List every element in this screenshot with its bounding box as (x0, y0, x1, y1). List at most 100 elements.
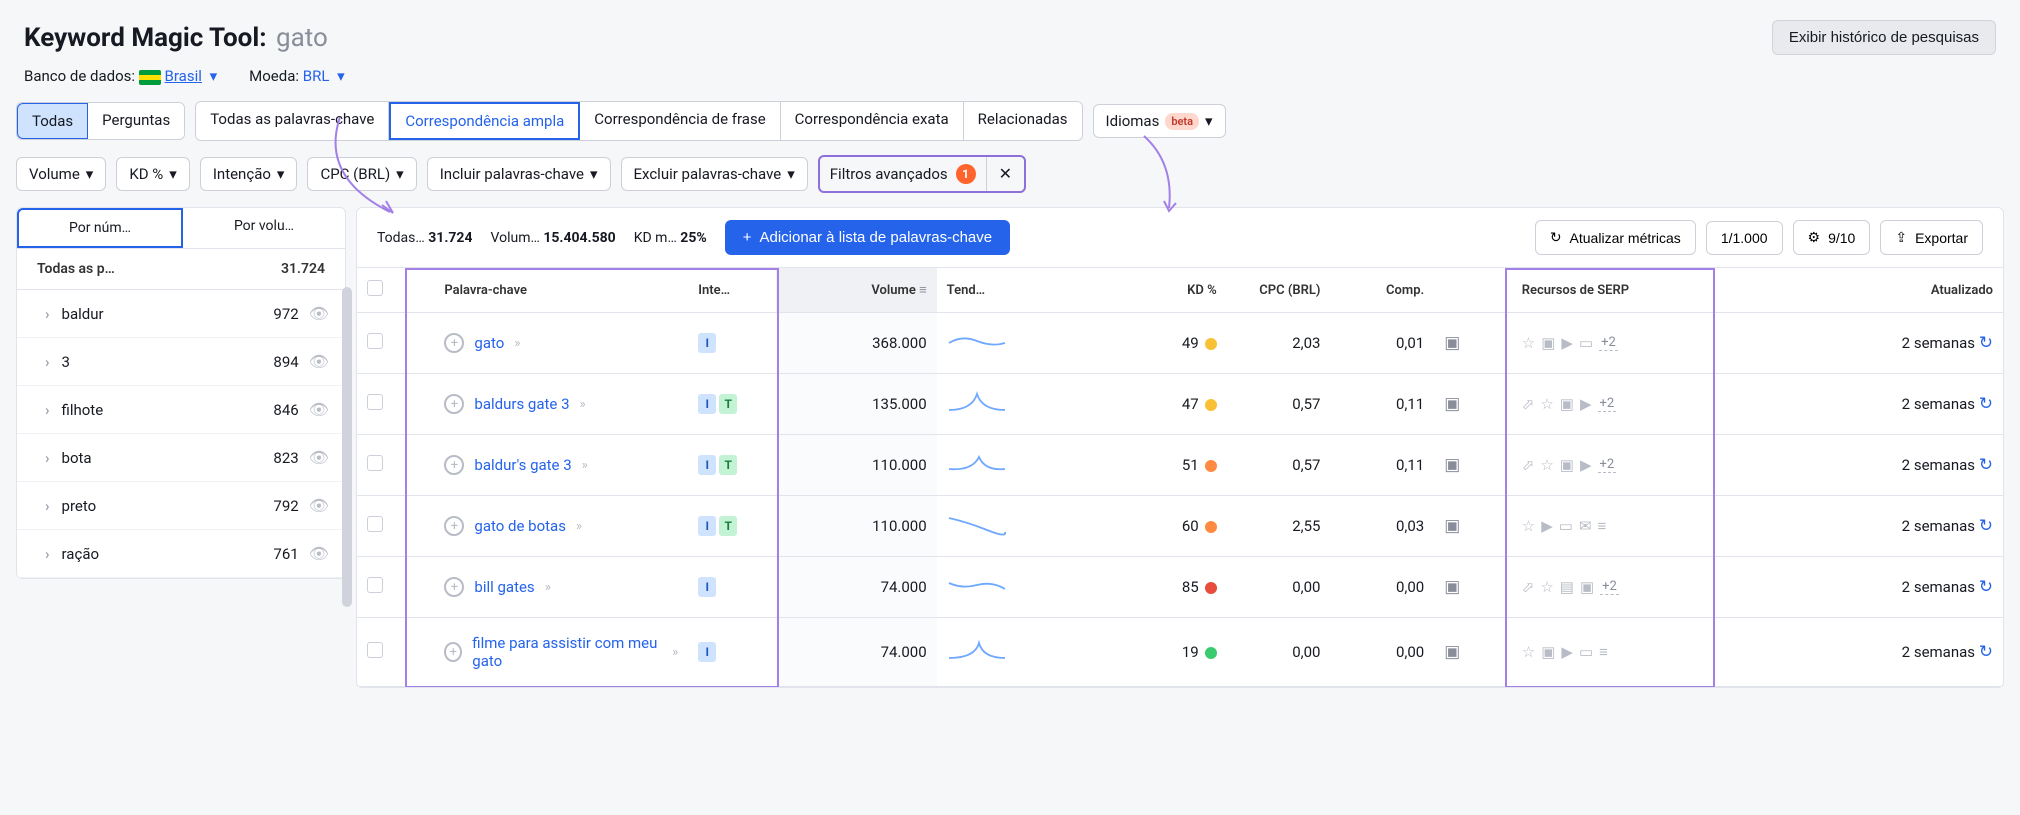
col-comp[interactable]: Comp. (1330, 268, 1434, 313)
refresh-metrics-button[interactable]: ↻Atualizar métricas (1535, 220, 1696, 255)
filter-include[interactable]: Incluir palavras-chave▾ (427, 157, 611, 191)
history-button[interactable]: Exibir histórico de pesquisas (1772, 20, 1996, 55)
add-keyword-icon[interactable]: + (444, 455, 464, 475)
refresh-row-icon[interactable]: ↻ (1979, 516, 1993, 536)
tab-todas[interactable]: Todas (17, 103, 88, 139)
serp-view-icon[interactable]: ▣ (1444, 642, 1460, 662)
col-updated[interactable]: Atualizado (1764, 268, 2003, 313)
scrollbar[interactable] (342, 287, 352, 607)
keyword-link[interactable]: gato (474, 334, 504, 352)
add-keyword-icon[interactable]: + (444, 394, 464, 414)
col-kd[interactable]: KD % (1109, 268, 1227, 313)
col-serp[interactable]: Recursos de SERP (1512, 268, 1764, 313)
col-trend[interactable]: Tend… (937, 268, 1109, 313)
filter-kd[interactable]: KD %▾ (116, 157, 190, 191)
sidebar-header[interactable]: Todas as p… 31.724 (17, 249, 345, 290)
refresh-row-icon[interactable]: ↻ (1979, 455, 1993, 475)
languages-dropdown[interactable]: Idiomas beta ▾ (1093, 104, 1226, 138)
filter-volume[interactable]: Volume▾ (16, 157, 106, 191)
select-all-checkbox[interactable] (367, 280, 383, 296)
eye-icon[interactable]: 👁 (309, 544, 329, 563)
row-checkbox[interactable] (367, 394, 383, 410)
tab-exact-match[interactable]: Correspondência exata (781, 102, 964, 140)
serp-view-icon[interactable]: ▣ (1444, 455, 1460, 475)
filter-cpc[interactable]: CPC (BRL)▾ (307, 157, 416, 191)
serp-view-icon[interactable]: ▣ (1444, 516, 1460, 536)
row-checkbox[interactable] (367, 577, 383, 593)
sidebar-item[interactable]: › ração 761 👁 (17, 530, 345, 578)
filter-advanced[interactable]: Filtros avançados1 ✕ (818, 155, 1026, 193)
row-checkbox[interactable] (367, 642, 383, 658)
sidebar-item[interactable]: › baldur 972 👁 (17, 290, 345, 338)
keyword-link[interactable]: bill gates (474, 578, 534, 596)
serp-feature-icon: ▶ (1561, 334, 1573, 352)
add-keyword-icon[interactable]: + (444, 516, 464, 536)
expand-icon[interactable]: » (672, 645, 678, 660)
add-keyword-icon[interactable]: + (444, 333, 464, 353)
col-cpc[interactable]: CPC (BRL) (1227, 268, 1331, 313)
filter-exclude[interactable]: Excluir palavras-chave▾ (621, 157, 808, 191)
row-checkbox[interactable] (367, 455, 383, 471)
serp-view-icon[interactable]: ▣ (1444, 333, 1460, 353)
refresh-row-icon[interactable]: ↻ (1979, 394, 1993, 414)
serp-feature-icon: ▶ (1580, 395, 1592, 413)
keyword-link[interactable]: baldurs gate 3 (474, 395, 569, 413)
row-checkbox[interactable] (367, 333, 383, 349)
serp-feature-icon: ▣ (1541, 334, 1555, 352)
expand-icon[interactable]: » (514, 336, 520, 351)
filter-intent[interactable]: Intenção▾ (200, 157, 298, 191)
sidebar-tab-by-volume[interactable]: Por volu… (183, 208, 345, 248)
sidebar-item[interactable]: › preto 792 👁 (17, 482, 345, 530)
row-checkbox[interactable] (367, 516, 383, 532)
position-indicator[interactable]: 1/1.000 (1706, 221, 1783, 255)
chevron-right-icon: › (45, 497, 50, 515)
close-icon[interactable]: ✕ (986, 157, 1024, 191)
export-button[interactable]: ⇪Exportar (1880, 220, 1983, 255)
sidebar-item-count: 761 (273, 545, 298, 563)
col-intent[interactable]: Inte… (688, 268, 776, 313)
refresh-row-icon[interactable]: ↻ (1979, 642, 1993, 662)
expand-icon[interactable]: » (576, 519, 582, 534)
add-keyword-icon[interactable]: + (444, 642, 462, 662)
filter-count-badge: 1 (956, 164, 976, 184)
eye-icon[interactable]: 👁 (309, 448, 329, 467)
trend-sparkline (947, 329, 1007, 353)
serp-more[interactable]: +2 (1598, 396, 1617, 412)
settings-button[interactable]: ⚙9/10 (1793, 220, 1871, 255)
tab-broad-match[interactable]: Correspondência ampla (389, 102, 580, 140)
serp-more[interactable]: +2 (1600, 579, 1619, 595)
serp-more[interactable]: +2 (1599, 335, 1618, 351)
keyword-link[interactable]: filme para assistir com meu gato (472, 634, 662, 670)
serp-more[interactable]: +2 (1598, 457, 1617, 473)
col-volume[interactable]: Volume ≡ (776, 268, 936, 313)
col-keyword[interactable]: Palavra-chave (434, 268, 688, 313)
keyword-link[interactable]: baldur's gate 3 (474, 456, 571, 474)
keyword-link[interactable]: gato de botas (474, 517, 566, 535)
eye-icon[interactable]: 👁 (309, 352, 329, 371)
serp-view-icon[interactable]: ▣ (1444, 394, 1460, 414)
sidebar-item[interactable]: › 3 894 👁 (17, 338, 345, 386)
sidebar-tab-by-number[interactable]: Por núm… (17, 208, 183, 248)
eye-icon[interactable]: 👁 (309, 400, 329, 419)
sidebar-item[interactable]: › bota 823 👁 (17, 434, 345, 482)
database-selector[interactable]: Banco de dados: Brasil ▾ (24, 67, 217, 85)
refresh-row-icon[interactable]: ↻ (1979, 577, 1993, 597)
serp-feature-icon: ▣ (1560, 395, 1574, 413)
serp-view-icon[interactable]: ▣ (1444, 577, 1460, 597)
eye-icon[interactable]: 👁 (309, 496, 329, 515)
refresh-row-icon[interactable]: ↻ (1979, 333, 1993, 353)
sidebar-item[interactable]: › filhote 846 👁 (17, 386, 345, 434)
tab-phrase-match[interactable]: Correspondência de frase (580, 102, 780, 140)
expand-icon[interactable]: » (545, 580, 551, 595)
add-to-list-button[interactable]: +Adicionar à lista de palavras-chave (725, 220, 1010, 255)
expand-icon[interactable]: » (580, 397, 586, 412)
expand-icon[interactable]: » (582, 458, 588, 473)
add-keyword-icon[interactable]: + (444, 577, 464, 597)
tab-all-keywords[interactable]: Todas as palavras-chave (196, 102, 389, 140)
sidebar-item-label: preto (62, 497, 274, 515)
serp-feature-icon: ☆ (1522, 334, 1535, 352)
currency-selector[interactable]: Moeda: BRL ▾ (249, 67, 345, 85)
tab-related[interactable]: Relacionadas (964, 102, 1082, 140)
eye-icon[interactable]: 👁 (309, 304, 329, 323)
tab-perguntas[interactable]: Perguntas (88, 103, 184, 139)
